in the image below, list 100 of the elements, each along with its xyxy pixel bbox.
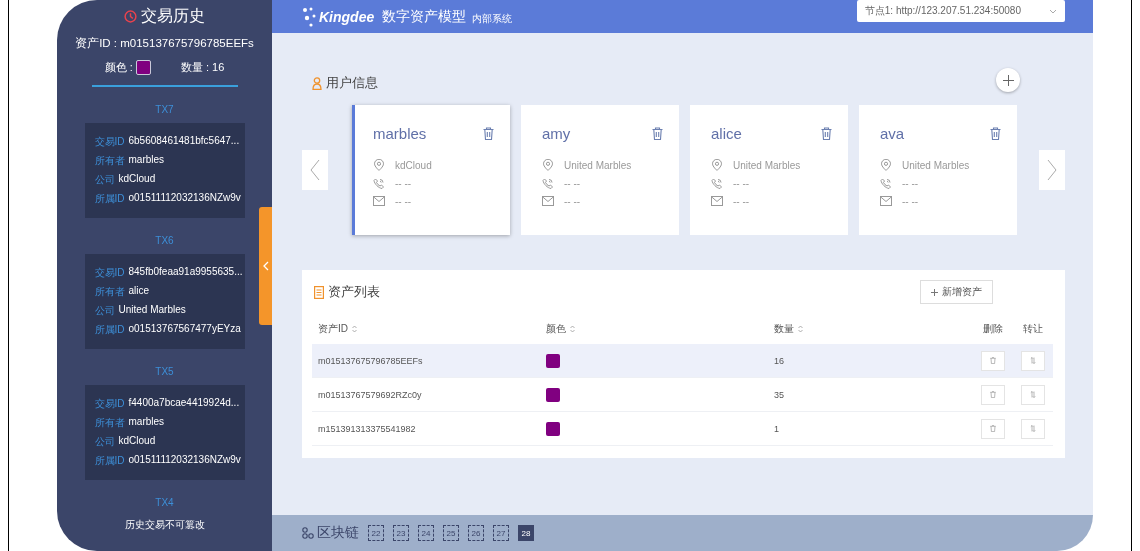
table-cell: m151391313375541982 [318,423,416,434]
trash-icon[interactable] [821,127,832,140]
trash-icon[interactable] [652,127,663,140]
blockchain-label: 区块链 [317,524,359,542]
trash-icon [990,357,996,364]
previous-button[interactable] [302,150,328,190]
section-title: 用户信息 [326,74,378,92]
field-label: 所有者 [94,416,125,430]
delete-button[interactable] [981,418,1005,439]
collapse-handle[interactable] [259,207,272,325]
location-pin-icon [542,159,554,171]
field-value: o01511112032136NZw9v [128,454,241,467]
block-button[interactable]: 28 [518,525,534,541]
block-button[interactable]: 26 [468,525,484,541]
email-text: -- -- [564,195,581,207]
plus-icon [1002,74,1014,86]
field-value: United Marbles [118,304,186,317]
field-value: alice [128,285,150,298]
node-select[interactable]: 节点1: http://123.207.51.234:50080 [856,0,1065,22]
block-button[interactable]: 22 [368,525,384,541]
transfer-icon [1030,425,1036,432]
caret-icon [1049,8,1057,14]
transfer-button[interactable] [1021,350,1045,371]
block-button[interactable]: 27 [493,525,509,541]
field-value: 845fb0feaa91a9955635... [128,266,243,279]
trash-icon[interactable] [990,127,1001,140]
field-value: kdCloud [118,435,156,448]
table-cell: m015137675796785EEFs [318,355,423,366]
email-text: -- -- [395,195,412,207]
logo-dots-icon [302,5,316,28]
user-icon [312,76,322,90]
add-asset-button[interactable]: 新增资产 [920,280,993,304]
chevron-right-icon [1047,159,1057,181]
field-label: 所属ID [94,323,125,337]
column-header[interactable]: 颜色 [546,322,575,336]
field-label: 交易ID [94,135,125,149]
trash-icon[interactable] [483,127,494,140]
app-subtitle: 内部系统 [472,11,513,26]
column-header[interactable]: 数量 [774,322,803,336]
sort-icon [798,325,803,333]
delete-button[interactable] [981,350,1005,371]
column-header: 转让 [1023,322,1043,336]
quantity-label: 数量 : 16 [180,60,225,75]
next-button[interactable] [1039,150,1065,190]
sidebar-title: 交易历史 [141,5,205,26]
location-pin-icon [880,159,892,171]
mail-icon [711,196,723,206]
sort-icon [570,325,575,333]
transfer-icon [1030,391,1036,398]
transfer-button[interactable] [1021,418,1045,439]
transaction-label: TX4 [155,497,174,508]
table-row[interactable]: m015137675796785EEFs 16 [312,344,1053,378]
field-label: 交易ID [94,397,125,411]
field-label: 所属ID [94,192,125,206]
block-button[interactable]: 24 [418,525,434,541]
phone-text: -- -- [902,177,919,189]
table-cell: m01513767579692RZc0y [318,389,422,400]
user-card[interactable]: alice United Marbles -- -- -- -- [690,105,848,235]
transaction-label: TX5 [155,366,174,377]
block-button[interactable]: 25 [443,525,459,541]
plus-icon [931,288,938,296]
column-header[interactable]: 资产ID [318,322,357,336]
phone-text: -- -- [564,177,581,189]
field-label: 所属ID [94,454,125,468]
field-value: o01513767567477yEYza [128,323,241,336]
trash-icon [990,425,996,432]
logo-text: Kingdee [319,8,375,25]
email-text: -- -- [902,195,919,207]
field-label: 所有者 [94,154,125,168]
phone-text: -- -- [733,177,750,189]
document-icon [314,285,324,299]
panel-title: 资产列表 [328,283,380,301]
field-value: f4400a7bcae4419924d... [128,397,240,410]
phone-icon [373,177,385,189]
table-cell: 35 [774,389,784,400]
delete-button[interactable] [981,384,1005,405]
user-name: amy [542,125,571,142]
field-value: marbles [128,416,165,429]
phone-icon [711,177,723,189]
transfer-button[interactable] [1021,384,1045,405]
table-row[interactable]: m01513767579692RZc0y 35 [312,378,1053,412]
user-name: alice [711,125,742,142]
transaction-label: TX7 [155,104,174,115]
table-cell: 1 [774,423,779,434]
add-user-button[interactable] [996,68,1020,92]
field-value: kdCloud [118,173,156,186]
field-label: 公司 [94,304,115,318]
location-pin-icon [373,159,385,171]
mail-icon [373,196,385,206]
block-button[interactable]: 23 [393,525,409,541]
field-value: marbles [128,154,165,167]
user-card[interactable]: marbles kdCloud -- -- -- -- [352,105,510,235]
field-label: 所有者 [94,285,125,299]
user-card[interactable]: ava United Marbles -- -- -- -- [859,105,1017,235]
transfer-icon [1030,357,1036,364]
asset-id: 资产ID : m015137675796785EEFs [75,36,254,51]
user-card[interactable]: amy United Marbles -- -- -- -- [521,105,679,235]
transaction-label: TX6 [155,235,174,246]
table-row[interactable]: m151391313375541982 1 [312,412,1053,446]
user-name: marbles [373,125,427,142]
